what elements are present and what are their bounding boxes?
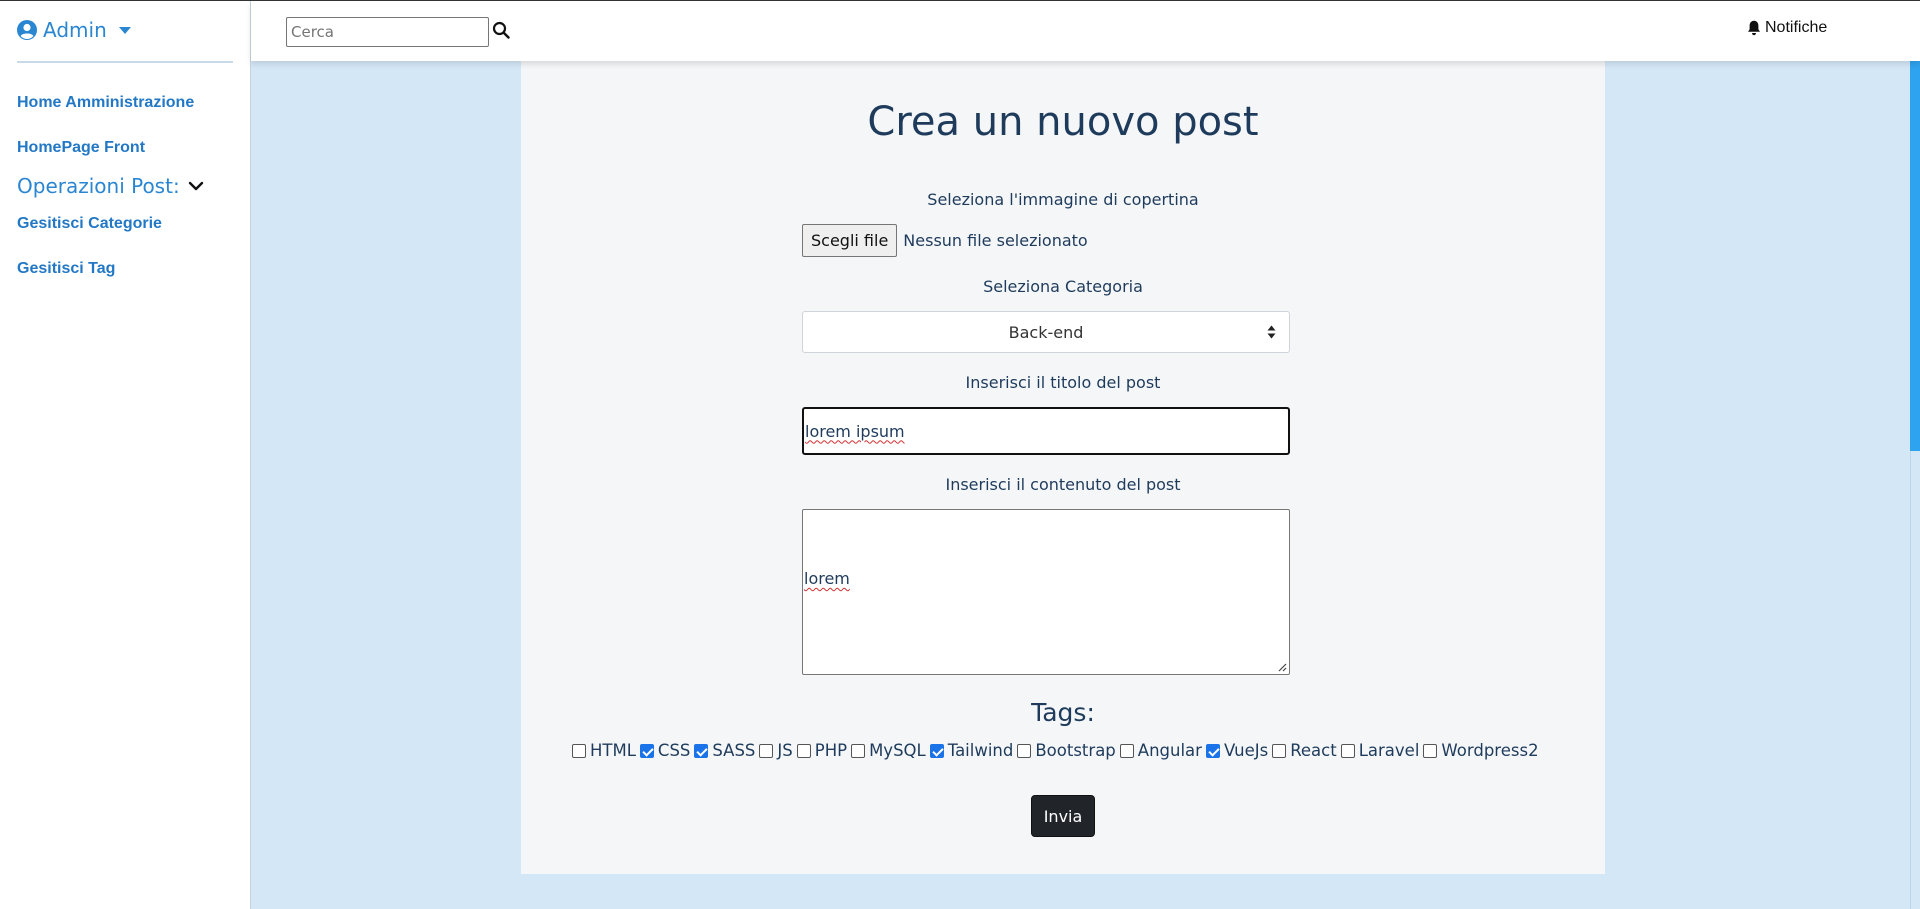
submit-button[interactable]: Invia <box>1031 795 1095 837</box>
page-title: Crea un nuovo post <box>867 99 1259 145</box>
checkbox[interactable] <box>1205 743 1220 758</box>
checkbox[interactable] <box>1340 743 1355 758</box>
user-circle-icon <box>17 20 37 40</box>
checkbox[interactable] <box>796 743 811 758</box>
tag-mysql[interactable]: MySQL <box>851 741 926 760</box>
sidebar-section-label: Operazioni Post: <box>17 174 180 198</box>
admin-user-dropdown[interactable]: Admin <box>17 14 131 46</box>
caret-down-icon <box>118 26 131 34</box>
tag-css[interactable]: CSS <box>639 741 691 760</box>
scrollbar-track[interactable] <box>1910 451 1920 909</box>
tag-php[interactable]: PHP <box>796 741 848 760</box>
checkbox[interactable] <box>1017 743 1032 758</box>
sidebar-divider <box>17 61 233 63</box>
sort-arrows-icon <box>1267 325 1276 339</box>
search-input[interactable] <box>286 17 489 47</box>
tag-label: React <box>1290 741 1337 760</box>
top-bar: Notifiche <box>251 1 1920 61</box>
checkbox[interactable] <box>639 743 654 758</box>
category-label: Seleziona Categoria <box>983 277 1143 296</box>
tag-wordpress2[interactable]: Wordpress2 <box>1423 741 1539 760</box>
checkbox[interactable] <box>572 743 586 758</box>
top-border <box>0 0 1920 1</box>
sidebar-item-gestisci-categorie[interactable]: Gesitisci Categorie <box>17 215 162 233</box>
tag-angular[interactable]: Angular <box>1119 741 1202 760</box>
tag-html[interactable]: HTML <box>572 741 636 760</box>
tags-heading: Tags: <box>1031 698 1095 727</box>
post-content-value: lorem <box>804 569 850 588</box>
tags-checkbox-list: HTML CSS SASS JS PHP MySQL Tailwind Boot… <box>572 741 1543 760</box>
tag-bootstrap[interactable]: Bootstrap <box>1017 741 1116 760</box>
scrollbar-accent <box>1910 61 1920 451</box>
create-post-card: Crea un nuovo post Seleziona l'immagine … <box>521 61 1605 874</box>
post-title-input[interactable]: lorem ipsum <box>802 407 1290 455</box>
cover-image-label: Seleziona l'immagine di copertina <box>927 190 1199 209</box>
checkbox[interactable] <box>929 743 944 758</box>
checkbox[interactable] <box>851 743 866 758</box>
tag-label: HTML <box>590 741 636 760</box>
resize-grip-icon[interactable] <box>1278 663 1287 672</box>
post-content-textarea[interactable]: lorem <box>802 509 1290 675</box>
chevron-down-icon <box>188 181 203 191</box>
post-title-value: lorem ipsum <box>805 421 905 441</box>
tag-label: JS <box>777 741 793 760</box>
tag-sass[interactable]: SASS <box>694 741 755 760</box>
cover-image-file-input[interactable]: Scegli file Nessun file selezionato <box>802 224 1088 257</box>
admin-label: Admin <box>43 18 107 42</box>
category-selected-value: Back-end <box>1008 322 1084 342</box>
tag-js[interactable]: JS <box>759 741 793 760</box>
notifications-label: Notifiche <box>1765 19 1828 36</box>
sidebar-item-gestisci-tag[interactable]: Gesitisci Tag <box>17 260 115 278</box>
post-content-label: Inserisci il contenuto del post <box>945 475 1181 494</box>
checkbox[interactable] <box>1423 743 1438 758</box>
sidebar-item-home-amministrazione[interactable]: Home Amministrazione <box>17 94 194 112</box>
category-select[interactable]: Back-end <box>802 311 1290 353</box>
file-status-text: Nessun file selezionato <box>903 231 1088 250</box>
checkbox[interactable] <box>694 743 709 758</box>
tag-label: Angular <box>1137 741 1202 760</box>
tag-react[interactable]: React <box>1272 741 1337 760</box>
tag-vuejs[interactable]: VueJs <box>1205 741 1269 760</box>
post-title-label: Inserisci il titolo del post <box>965 373 1161 392</box>
checkbox[interactable] <box>759 743 774 758</box>
search-icon[interactable] <box>492 21 510 39</box>
tag-label: Bootstrap <box>1035 741 1116 760</box>
sidebar-section-operazioni-post[interactable]: Operazioni Post: <box>17 174 204 198</box>
tag-label: CSS <box>657 741 691 760</box>
tag-label: PHP <box>814 741 848 760</box>
tag-label: Laravel <box>1358 741 1420 760</box>
tag-label: VueJs <box>1223 741 1269 760</box>
bell-icon <box>1748 20 1760 36</box>
tag-label: Wordpress2 <box>1441 741 1539 760</box>
notifications-link[interactable]: Notifiche <box>1747 19 1827 37</box>
tag-laravel[interactable]: Laravel <box>1340 741 1420 760</box>
tag-label: MySQL <box>869 741 926 760</box>
tag-label: SASS <box>712 741 756 760</box>
sidebar: Admin Home Amministrazione HomePage Fron… <box>0 0 251 909</box>
tag-tailwind[interactable]: Tailwind <box>929 741 1014 760</box>
checkbox[interactable] <box>1272 743 1287 758</box>
checkbox[interactable] <box>1119 743 1134 758</box>
choose-file-button[interactable]: Scegli file <box>802 224 898 257</box>
sidebar-item-homepage-front[interactable]: HomePage Front <box>17 139 145 157</box>
tag-label: Tailwind <box>947 741 1014 760</box>
